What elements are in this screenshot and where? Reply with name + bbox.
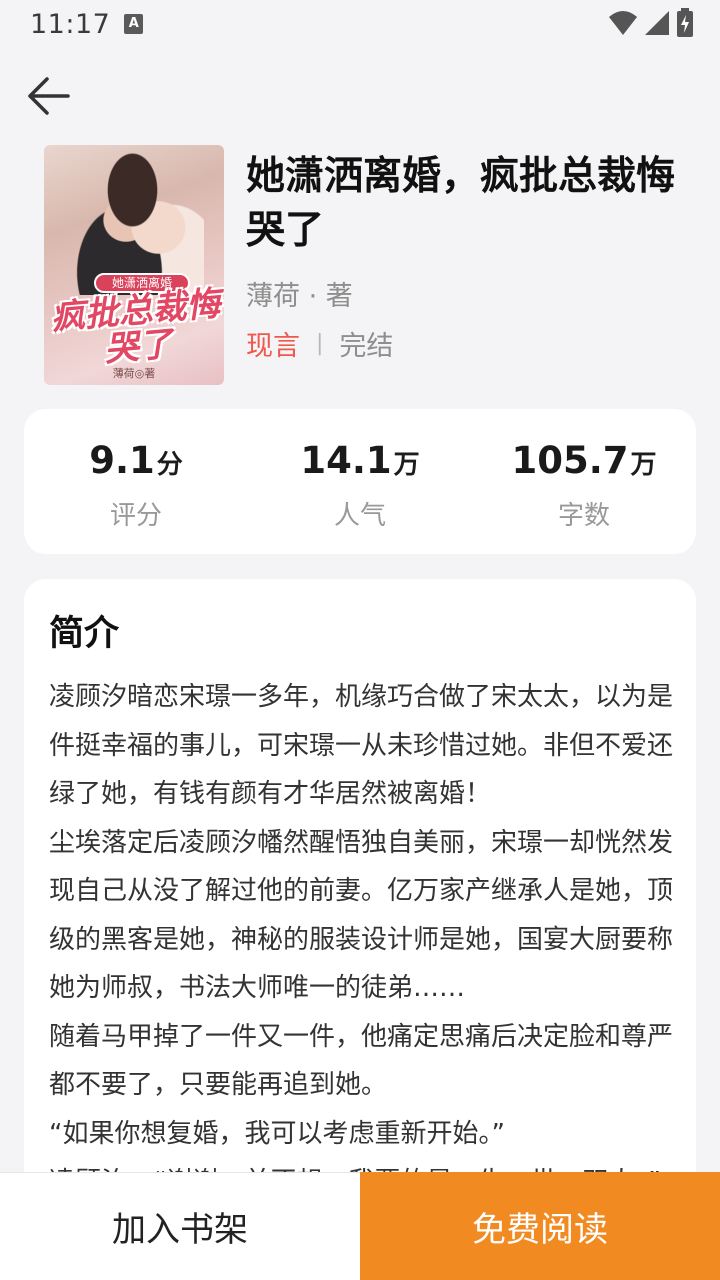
status-icons bbox=[608, 8, 694, 38]
stat-rating: 9.1分 评分 bbox=[24, 409, 248, 554]
cover-art-author: 薄荷◎著 bbox=[112, 367, 156, 380]
notification-icon: A bbox=[124, 14, 144, 34]
bottom-action-bar: 加入书架 免费阅读 bbox=[0, 1172, 720, 1280]
stat-value: 14.1万 bbox=[300, 439, 419, 483]
battery-charging-icon bbox=[677, 8, 693, 37]
popularity-value: 14.1 bbox=[300, 439, 392, 482]
status-time: 11:17 bbox=[30, 8, 111, 40]
rating-value: 9.1 bbox=[89, 439, 155, 482]
book-cover[interactable]: 她潇洒离婚 疯批总裁悔哭了 薄荷◎著 bbox=[44, 145, 224, 385]
stat-word-count: 105.7万 字数 bbox=[472, 409, 696, 554]
word-count-label: 字数 bbox=[557, 501, 610, 531]
popularity-unit: 万 bbox=[393, 450, 420, 480]
signal-icon bbox=[645, 11, 669, 35]
stat-value: 9.1分 bbox=[89, 439, 183, 483]
rating-label: 评分 bbox=[109, 501, 162, 531]
popularity-label: 人气 bbox=[333, 501, 386, 531]
genre-tag[interactable]: 现言 bbox=[246, 324, 300, 363]
add-to-shelf-button[interactable]: 加入书架 bbox=[0, 1172, 360, 1280]
intro-heading: 简介 bbox=[49, 614, 120, 654]
stats-card: 9.1分 评分 14.1万 人气 105.7万 字数 bbox=[24, 409, 696, 554]
back-button[interactable] bbox=[24, 74, 72, 118]
tag-separator: | bbox=[316, 331, 324, 356]
rating-unit: 分 bbox=[156, 450, 183, 480]
intro-text: 凌顾汐暗恋宋璟一多年，机缘巧合做了宋太太，以为是件挺幸福的事儿，可宋璟一从未珍惜… bbox=[49, 682, 674, 1197]
arrow-left-icon bbox=[28, 77, 70, 115]
cover-art-title: 疯批总裁悔哭了 bbox=[49, 283, 222, 370]
wifi-icon bbox=[609, 11, 637, 35]
book-author[interactable]: 薄荷 · 著 bbox=[246, 274, 353, 313]
book-title: 她潇洒离婚，疯批总裁悔哭了 bbox=[246, 154, 676, 253]
stat-value: 105.7万 bbox=[511, 439, 656, 483]
stat-popularity: 14.1万 人气 bbox=[248, 409, 472, 554]
status-tag: 完结 bbox=[339, 331, 394, 362]
word-count-unit: 万 bbox=[630, 450, 657, 480]
status-bar: 11:17 A bbox=[0, 0, 720, 48]
book-tags: 现言 | 完结 bbox=[246, 324, 393, 363]
word-count-value: 105.7 bbox=[511, 439, 629, 482]
free-read-button[interactable]: 免费阅读 bbox=[360, 1172, 720, 1280]
